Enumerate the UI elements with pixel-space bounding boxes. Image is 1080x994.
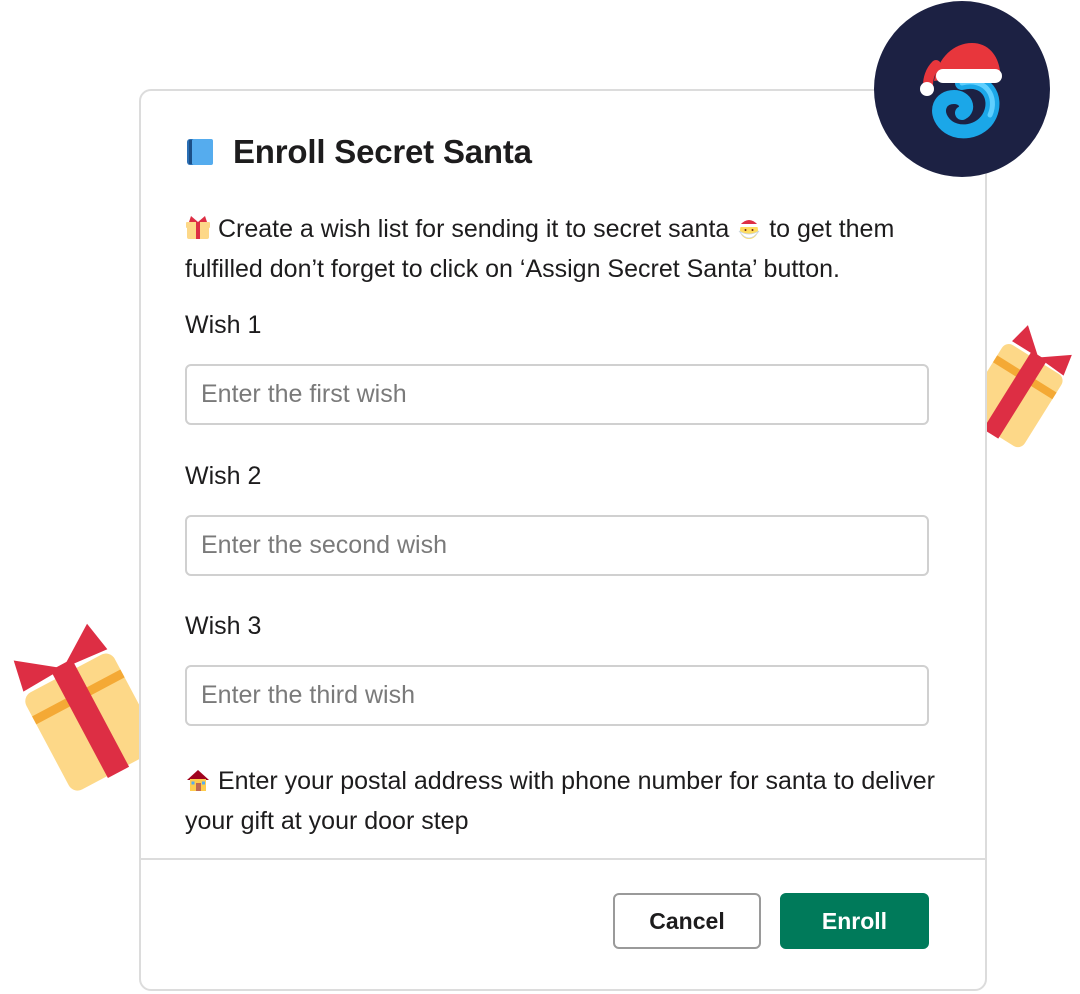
wish-3-input[interactable] [185,665,929,726]
wrapped-gift-icon [186,216,210,239]
house-icon [187,770,209,791]
intro-text-part-1: Create a wish list for sending it to sec… [211,215,737,243]
enroll-dialog: Enroll Secret Santa Create a wish list f… [139,89,987,991]
wish-3-label: Wish 3 [185,612,262,640]
address-note-text: Enter your postal address with phone num… [185,767,936,835]
wish-2-label: Wish 2 [185,462,262,490]
wish-2-input[interactable] [185,515,929,576]
santa-hat-swirl-logo [874,1,1050,177]
dialog-header: Enroll Secret Santa [185,129,532,175]
cancel-button[interactable]: Cancel [613,893,761,949]
dialog-title: Enroll Secret Santa [233,133,532,170]
blue-book-icon [187,139,213,165]
enroll-button[interactable]: Enroll [780,893,929,949]
gift-box-icon [13,623,150,791]
footer-divider [141,858,985,860]
address-note: Enter your postal address with phone num… [185,761,945,841]
wish-1-input[interactable] [185,364,929,425]
page: Enroll Secret Santa Create a wish list f… [0,0,1080,994]
wish-1-label: Wish 1 [185,311,262,339]
intro-text: Create a wish list for sending it to sec… [185,209,945,289]
santa-icon [738,220,760,239]
